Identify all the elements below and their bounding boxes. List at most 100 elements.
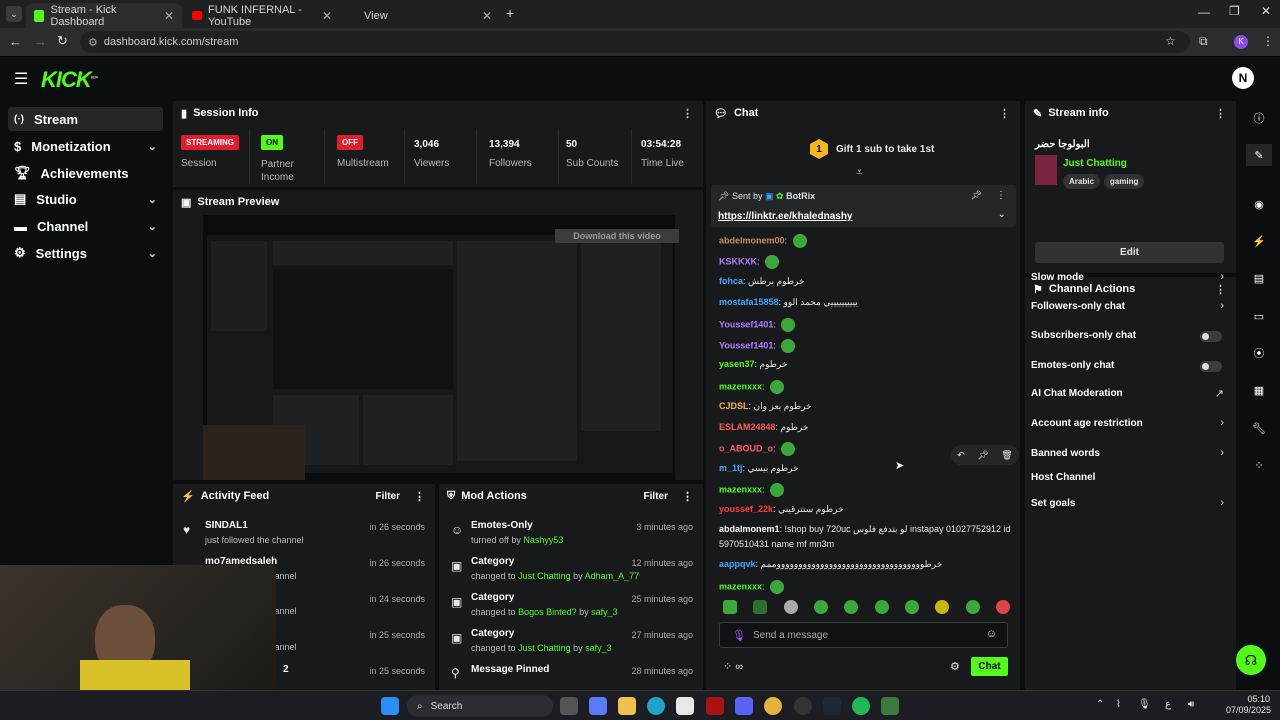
restore-icon[interactable]: ❐ [1229,4,1240,18]
clock[interactable]: 05:10 07/09/2025 [1226,694,1271,716]
emote-icon[interactable] [935,600,950,614]
more-options-icon[interactable]: ⋮ [682,490,693,503]
emote-icon[interactable] [995,600,1010,614]
sidebar-item-achievements[interactable]: 🏆︎ Achievements [8,161,163,185]
chrome-icon[interactable] [764,697,782,715]
site-info-icon[interactable]: ⚙ [88,36,98,49]
collapse-icon[interactable]: ⩡ [856,165,863,180]
pin-icon[interactable]: 📌︎ [977,450,988,461]
pinned-link[interactable]: https://linktr.ee/khalednashy [718,211,852,222]
windows-start-icon[interactable] [381,697,399,715]
chat-message[interactable]: aappqvk: خرطوووووووووووووووووووووووووووو… [719,559,942,570]
close-tab-icon[interactable]: ✕ [482,9,492,23]
browser-menu-icon[interactable]: ⋮ [1262,34,1274,48]
filter-button[interactable]: Filter [644,491,668,502]
task-view-icon[interactable] [560,697,578,715]
sidebar-item-channel[interactable]: ▬ Channel ⌄ [8,214,163,238]
chevron-right-icon[interactable]: › [1220,271,1224,283]
user-avatar[interactable]: N [1232,67,1254,89]
info-rail-icon[interactable]: ⓘ [1246,107,1272,129]
chat-message[interactable]: ESLAM24848: خرطوم [719,422,808,433]
close-window-icon[interactable]: ✕ [1261,4,1271,18]
chevron-right-icon[interactable]: › [1220,497,1224,509]
chat-settings-icon[interactable]: ⚙ [950,660,960,673]
document-rail-icon[interactable]: ▤ [1246,267,1272,289]
reply-icon[interactable]: ↶ [957,450,965,461]
discord-icon[interactable] [735,697,753,715]
emote-icon[interactable] [723,600,737,614]
emote-icon[interactable] [904,600,919,614]
pinned-message[interactable]: 📌︎ Sent by ▣ ✿ BotRix https://linktr.ee/… [711,185,1016,227]
close-tab-icon[interactable]: ✕ [164,9,174,23]
chevron-down-icon[interactable]: ⌄ [998,209,1006,220]
trash-icon[interactable]: 🗑︎ [1001,450,1012,461]
back-icon[interactable]: ← [9,34,22,49]
sidebar-item-stream[interactable]: (·) Stream [8,107,163,131]
chat-username[interactable]: aappqvk [719,559,756,569]
broadcast-rail-icon[interactable]: ⦿ [1246,342,1272,364]
send-chat-button[interactable]: Chat [971,657,1008,676]
chat-users-icon[interactable]: ⁘ ∞ [723,660,743,673]
tray-network-icon[interactable]: ⌇ [1116,699,1121,710]
tab-search-button[interactable]: ⌄ [6,6,22,22]
chat-message[interactable]: abdelmonem00: [719,234,807,248]
profile-avatar[interactable]: K [1234,35,1248,49]
channel-action-row[interactable]: Subscribers-only chat [1025,326,1236,348]
external-link-icon[interactable]: ↗ [1215,387,1224,400]
more-options-icon[interactable]: ⋮ [414,490,425,503]
more-options-icon[interactable]: ⋮ [682,107,693,120]
copilot-icon[interactable] [589,697,607,715]
filter-button[interactable]: Filter [376,491,400,502]
edit-stream-button[interactable]: Edit [1035,242,1224,263]
chat-username[interactable]: mostafa15858 [719,297,779,307]
toggle-switch[interactable] [1200,331,1222,342]
chat-message[interactable]: abdalmonem1: !shop buy 720uc لو بتدفع فل… [719,524,1011,535]
chat-message[interactable]: KSKKXK: [719,255,780,269]
tray-chevron-icon[interactable]: ⌃ [1096,699,1104,710]
chat-message[interactable]: mazenxxx: [719,380,785,394]
game-icon[interactable] [881,697,899,715]
users-rail-icon[interactable]: ⁘ [1246,454,1272,476]
more-options-icon[interactable]: ⋮ [999,107,1010,120]
kick-logo[interactable]: KICKBETA [41,67,98,93]
chat-message[interactable]: fohca: خرطوم برطش [719,276,805,287]
category-name[interactable]: Just Chatting [1063,158,1127,169]
chat-username[interactable]: abdelmonem00 [719,235,785,245]
stream-preview-video[interactable]: Download this video [203,215,679,480]
pencil-rail-icon[interactable]: ✎ [1246,144,1272,166]
reload-icon[interactable]: ↻ [57,33,68,49]
bookmark-star-icon[interactable]: ☆ [1165,34,1176,48]
chat-username[interactable]: mazenxxx [719,581,762,591]
support-headset-button[interactable]: ☊ [1236,645,1266,675]
taskbar-search[interactable]: ⌕ Search [407,695,553,717]
chat-message[interactable]: Youssef1401: [719,318,796,332]
forward-icon[interactable]: → [34,34,47,49]
chat-username[interactable]: yasen37 [719,359,755,369]
close-tab-icon[interactable]: ✕ [322,9,332,23]
tray-mic-icon[interactable]: 🎙︎ [1138,699,1151,710]
store-icon[interactable] [676,697,694,715]
input-language[interactable]: ع [1165,699,1171,710]
chat-username[interactable]: abdalmonem1 [719,524,780,534]
pin-toggle-icon[interactable]: 📌︎ [971,190,982,201]
channel-action-row[interactable]: Set goals › [1025,494,1236,516]
gift-sub-banner[interactable]: 1 Gift 1 sub to take 1st [810,139,934,159]
chat-message[interactable]: mazenxxx: [719,483,785,497]
obs-icon[interactable] [794,697,812,715]
edge-icon[interactable] [647,697,665,715]
sidebar-item-settings[interactable]: ⚙ Settings ⌄ [8,241,163,265]
download-video-button[interactable]: Download this video [555,229,679,243]
microphone-icon[interactable]: 🎙︎ [732,629,746,642]
chat-username[interactable]: KSKKXK [719,256,757,266]
more-options-icon[interactable]: ⋮ [996,190,1006,201]
channel-action-row[interactable]: Emotes-only chat [1025,356,1236,378]
channel-action-row[interactable]: AI Chat Moderation ↗ [1025,384,1236,406]
emote-icon[interactable] [874,600,889,614]
new-tab-icon[interactable]: + [506,5,514,21]
tray-volume-icon[interactable]: 🔊︎ [1188,699,1194,710]
chat-message[interactable]: mazenxxx: [719,580,785,594]
channel-action-row[interactable]: Slow mode › [1025,268,1236,290]
emote-icon[interactable] [965,600,980,614]
chat-username[interactable]: CJDSL [719,401,749,411]
chat-username[interactable]: fohca [719,276,743,286]
